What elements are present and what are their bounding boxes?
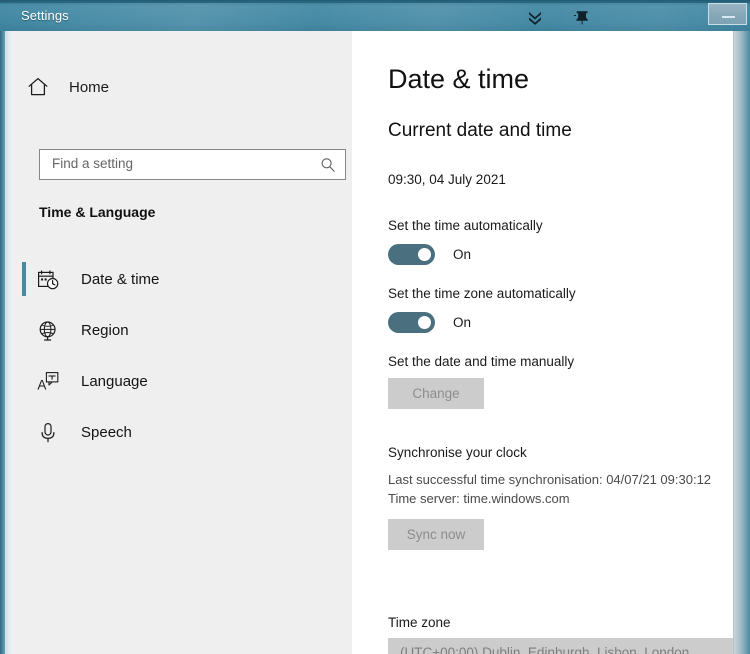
main-content: Date & time Current date and time 09:30,… <box>352 31 733 654</box>
timezone-label: Time zone <box>388 615 451 630</box>
window-left-edge-inner <box>5 31 14 654</box>
sidebar-item-date-time[interactable]: Date & time <box>14 254 352 305</box>
selection-accent-bar <box>22 364 26 398</box>
toggle-knob <box>418 316 431 329</box>
pin-icon[interactable] <box>571 8 593 26</box>
title-bar[interactable]: Settings <box>0 0 750 31</box>
current-date-time-value: 09:30, 04 July 2021 <box>388 172 506 187</box>
svg-text:A: A <box>37 377 46 392</box>
auto-timezone-toggle-state: On <box>453 315 472 330</box>
chevron-double-down-icon[interactable] <box>524 8 546 26</box>
last-sync-info: Last successful time synchronisation: 04… <box>388 472 712 487</box>
section-title-current-date-time: Current date and time <box>388 120 572 141</box>
sidebar-nav: Date & time Region A Language Speech <box>14 254 352 458</box>
auto-timezone-toggle[interactable] <box>388 312 435 333</box>
sidebar-item-home[interactable]: Home <box>14 67 344 107</box>
client-area: Home Find a setting Time & Language Date… <box>14 31 733 654</box>
search-icon[interactable] <box>319 156 337 174</box>
manual-datetime-label: Set the date and time manually <box>388 354 575 369</box>
sidebar-group-header: Time & Language <box>39 204 156 220</box>
sidebar-item-region[interactable]: Region <box>14 305 352 356</box>
sync-section-heading: Synchronise your clock <box>388 445 527 460</box>
auto-time-toggle-row: On <box>388 244 471 265</box>
selection-accent-bar <box>22 262 26 296</box>
sidebar-item-speech[interactable]: Speech <box>14 407 352 458</box>
sidebar-item-language-label: Language <box>81 373 148 390</box>
sidebar-item-speech-label: Speech <box>81 424 132 441</box>
auto-time-toggle[interactable] <box>388 244 435 265</box>
sidebar-item-home-label: Home <box>69 78 110 96</box>
window-title: Settings <box>21 8 69 23</box>
sync-now-button[interactable]: Sync now <box>388 519 484 550</box>
title-bar-top-edge <box>0 0 750 3</box>
auto-time-toggle-state: On <box>453 247 472 262</box>
search-placeholder: Find a setting <box>52 156 134 171</box>
settings-window: Settings Home Find a setting Time & Lang… <box>0 0 750 654</box>
globe-icon <box>36 319 60 343</box>
page-title: Date & time <box>388 64 530 94</box>
change-button[interactable]: Change <box>388 378 484 409</box>
sidebar: Home Find a setting Time & Language Date… <box>14 31 352 654</box>
minimize-icon <box>722 16 735 18</box>
home-icon <box>26 75 50 99</box>
auto-timezone-toggle-row: On <box>388 312 471 333</box>
selection-accent-bar <box>22 415 26 449</box>
language-icon: A <box>36 370 60 394</box>
sidebar-item-date-time-label: Date & time <box>81 271 160 288</box>
selection-accent-bar <box>22 313 26 347</box>
microphone-icon <box>36 421 60 445</box>
window-right-edge <box>733 31 750 654</box>
minimize-button[interactable] <box>708 3 747 25</box>
auto-time-label: Set the time automatically <box>388 218 543 233</box>
auto-timezone-label: Set the time zone automatically <box>388 286 576 301</box>
sidebar-item-language[interactable]: A Language <box>14 356 352 407</box>
timezone-value: (UTC+00:00) Dublin, Edinburgh, Lisbon, L… <box>400 645 690 654</box>
sidebar-item-region-label: Region <box>81 322 129 339</box>
calendar-clock-icon <box>36 268 60 292</box>
search-input[interactable]: Find a setting <box>39 149 346 180</box>
toggle-knob <box>418 248 431 261</box>
timezone-dropdown[interactable]: (UTC+00:00) Dublin, Edinburgh, Lisbon, L… <box>388 638 733 654</box>
time-server-info: Time server: time.windows.com <box>388 491 570 506</box>
window-right-hairline <box>733 31 734 654</box>
